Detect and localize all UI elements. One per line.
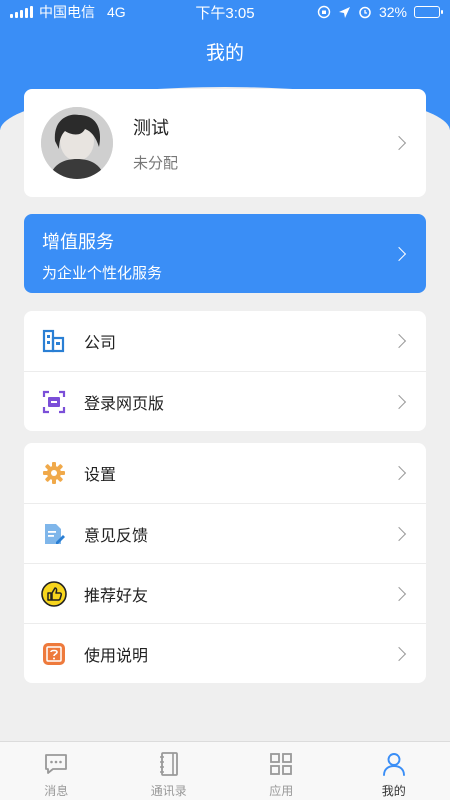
rotation-lock-icon [317,5,331,19]
company-building-icon [41,328,67,354]
signal-icon [10,6,33,18]
menu-item-label: 推荐好友 [84,587,149,605]
chat-bubble-icon [45,754,68,774]
battery-percent: 32% [378,4,407,20]
alarm-icon [359,6,371,19]
menu-item-settings[interactable]: 设置 [24,443,426,503]
page-title: 我的 [205,43,244,64]
chevron-right-icon [391,526,407,541]
status-time: 下午3:05 [195,4,255,22]
menu-item-label: 意见反馈 [84,527,149,545]
menu-item-recommend[interactable]: 推荐好友 [24,563,426,623]
menu-item-user-guide[interactable]: 使用说明 [24,623,426,683]
profile-card[interactable]: 测试 未分配 [24,89,426,197]
tab-mine[interactable]: 我的 [338,742,450,800]
vip-subtitle: 为企业个性化服务 [42,265,163,282]
menu-item-label: 使用说明 [84,647,149,665]
battery-icon [414,6,443,18]
thumbs-up-icon [41,580,67,607]
tab-label: 我的 [381,784,406,798]
tab-messages[interactable]: 消息 [0,742,113,800]
chevron-right-icon [391,586,407,601]
menu-item-label: 登录网页版 [84,395,165,413]
tab-contacts[interactable]: 通讯录 [113,742,226,800]
menu-group-general: 设置 意见反馈 推荐好友 使用说明 [24,443,426,683]
chevron-right-icon [391,465,407,481]
menu-item-web-login[interactable]: 登录网页版 [24,371,426,431]
menu-item-label: 公司 [84,335,117,352]
tab-label: 通讯录 [150,784,187,798]
location-arrow-icon [338,6,350,18]
bottom-tab-bar: 消息 通讯录 应用 我的 [0,741,450,800]
contacts-book-icon [159,752,178,776]
profile-name: 测试 [133,117,169,138]
scan-web-login-icon [41,389,67,415]
menu-item-feedback[interactable]: 意见反馈 [24,503,426,563]
value-added-service-banner[interactable]: 增值服务 为企业个性化服务 [24,214,426,293]
chevron-right-icon [391,394,407,409]
menu-item-label: 设置 [84,467,117,484]
status-bar: 中国电信 4G 下午3:05 32% [0,0,450,24]
person-icon [382,753,405,776]
menu-group-company: 公司 登录网页版 [24,311,426,431]
tab-apps[interactable]: 应用 [225,742,338,800]
chevron-right-icon [391,646,407,661]
chevron-right-icon [391,333,407,349]
tab-label: 应用 [269,784,294,798]
apps-grid-icon [270,753,293,775]
tab-label: 消息 [44,784,69,798]
avatar [41,107,113,179]
gear-icon [41,460,67,486]
carrier-name: 中国电信 [39,4,95,20]
menu-item-company[interactable]: 公司 [24,311,426,371]
vip-title: 增值服务 [42,232,114,252]
network-type: 4G [107,4,126,20]
help-manual-icon [41,641,67,667]
feedback-edit-icon [41,521,67,547]
profile-department: 未分配 [133,154,179,172]
